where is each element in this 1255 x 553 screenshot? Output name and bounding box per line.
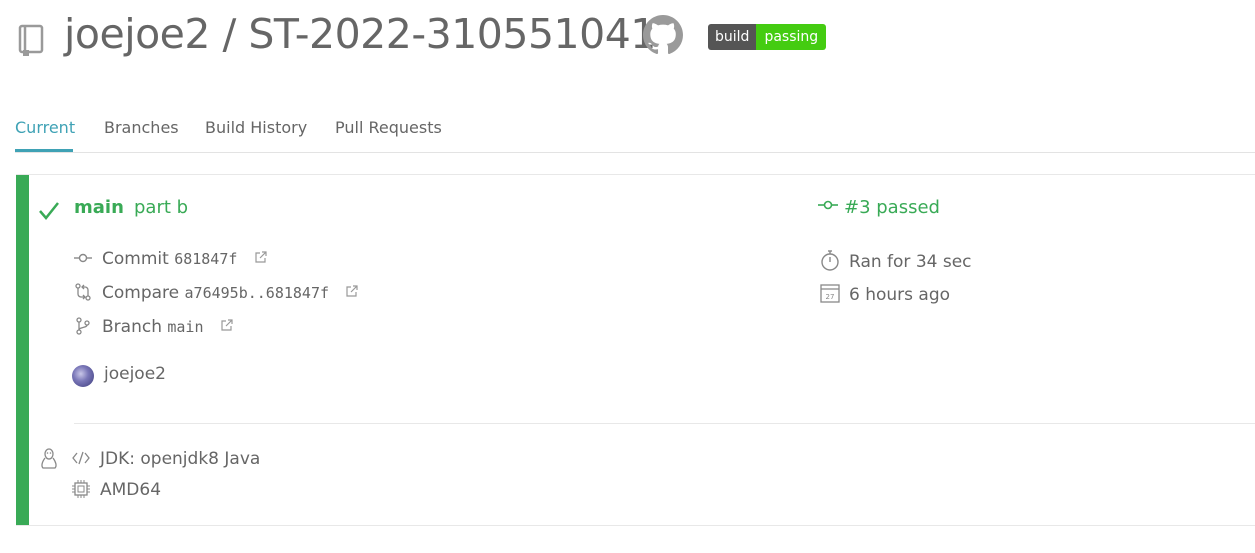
commit-sha-link[interactable]: 681847f [174,250,237,268]
external-link-icon[interactable] [221,319,233,331]
linux-icon [41,448,57,469]
stopwatch-icon [821,250,839,271]
repo-title: joejoe2 / ST-2022-310551041 [64,10,656,58]
author-avatar [72,365,94,387]
build-status-text: #3 passed [844,197,940,218]
branch-row: Branch main [74,317,233,337]
tab-pull-requests[interactable]: Pull Requests [335,118,442,137]
build-number-status[interactable]: #3 passed [818,197,940,218]
commit-label: Commit [102,249,169,269]
duration-text: Ran for 34 sec [849,252,972,272]
commit-row: Commit 681847f [74,249,267,269]
repo-tabs: Current Branches Build History Pull Requ… [15,114,1255,153]
svg-text:27: 27 [826,293,835,301]
finished-text: 6 hours ago [849,285,951,305]
repo-owner[interactable]: joejoe2 [64,10,211,58]
tab-branches[interactable]: Branches [104,118,179,137]
language-text: JDK: openjdk8 Java [100,449,261,469]
cpu-icon [72,480,90,498]
commit-message: part b [134,197,189,218]
badge-label: build [708,24,757,50]
github-icon[interactable] [643,15,683,55]
branch-name-link[interactable]: main [167,318,203,336]
build-card: main part b Commit 681847f Compare a7649… [16,174,1255,526]
card-divider [74,423,1255,424]
compare-icon [75,283,91,301]
external-link-icon[interactable] [255,251,267,263]
compare-label: Compare [102,283,180,303]
tab-build-history[interactable]: Build History [205,118,307,137]
commit-icon [818,200,838,210]
build-state-stripe [16,175,29,525]
arch-text: AMD64 [100,480,162,500]
build-status-badge[interactable]: build passing [708,24,827,50]
branch-label: Branch [102,317,162,337]
finished-row: 27 6 hours ago [819,282,950,305]
active-tab-indicator [15,149,73,152]
repo-icon [18,24,44,56]
code-icon [72,451,90,465]
build-branch[interactable]: main [74,197,124,218]
commit-icon [74,253,92,263]
arch-row: AMD64 [72,480,161,500]
repo-name[interactable]: ST-2022-310551041 [248,10,656,58]
compare-range-link[interactable]: a76495b..681847f [185,284,330,302]
external-link-icon[interactable] [346,285,359,297]
branch-icon [76,317,90,335]
duration-row: Ran for 34 sec [819,249,972,272]
repo-separator: / [210,10,249,58]
passed-check-icon [39,202,59,220]
badge-status: passing [756,24,827,50]
author-name: joejoe2 [104,364,166,384]
compare-row: Compare a76495b..681847f [74,283,359,303]
calendar-icon: 27 [820,284,840,303]
language-row: JDK: openjdk8 Java [72,449,260,469]
tab-current[interactable]: Current [15,118,75,137]
